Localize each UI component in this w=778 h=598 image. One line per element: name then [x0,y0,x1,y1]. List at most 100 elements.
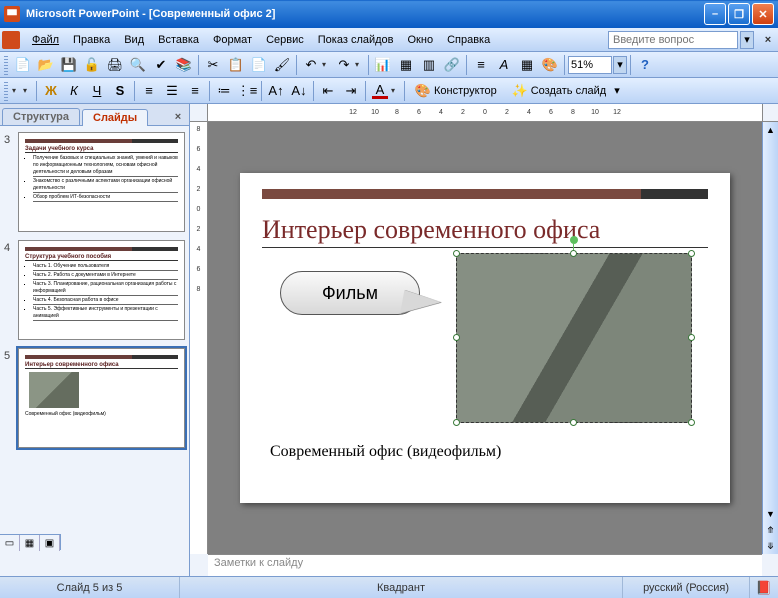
designer-button[interactable]: 🎨Конструктор [408,80,504,102]
thumb-row-3[interactable]: 3 Задачи учебного курса Получение базовы… [4,132,185,232]
undo-button[interactable]: ↶ [300,54,322,76]
vertical-ruler[interactable]: 864202468 [190,122,208,554]
resize-handle-n[interactable] [570,250,577,257]
align-center-button[interactable]: ☰ [161,80,183,102]
app-icon-small[interactable] [2,31,20,49]
resize-handle-sw[interactable] [453,419,460,426]
minimize-button[interactable]: – [704,3,726,25]
underline-button[interactable]: Ч [86,80,108,102]
tab-slides[interactable]: Слайды [82,109,148,126]
new-slide-button[interactable]: ✨Создать слайд [505,80,613,102]
maximize-button[interactable]: ❐ [728,3,750,25]
menu-file[interactable]: Файл [26,32,65,48]
menu-edit[interactable]: Правка [67,32,116,48]
shadow-button[interactable]: S [109,80,131,102]
cut-button[interactable]: ✂ [202,54,224,76]
spellcheck-button[interactable]: ✔ [150,54,172,76]
tables-borders-button[interactable]: ▥ [418,54,440,76]
vertical-scrollbar[interactable]: ▲ ▼ ⤊ ⤋ [762,122,778,554]
font-color-button[interactable]: A [369,80,391,102]
expand-all-button[interactable]: ≡ [470,54,492,76]
slide-thumbnail-selected[interactable]: Интерьер современного офиса Современный … [18,348,185,448]
print-preview-button[interactable]: 🔍 [127,54,149,76]
insert-table-button[interactable]: ▦ [395,54,417,76]
menu-slideshow[interactable]: Показ слайдов [312,32,400,48]
increase-indent-button[interactable]: ⇥ [340,80,362,102]
video-object-selected[interactable] [456,253,692,423]
zoom-dropdown[interactable]: ▾ [613,56,627,74]
slideshow-view-button[interactable]: ▣ [40,535,60,551]
sorter-view-button[interactable]: ▦ [20,535,40,551]
redo-button[interactable]: ↷ [333,54,355,76]
resize-handle-se[interactable] [688,419,695,426]
permission-button[interactable]: 🔓 [81,54,103,76]
open-button[interactable]: 📂 [35,54,57,76]
normal-view-button[interactable]: ▭ [0,535,20,551]
insert-chart-button[interactable]: 📊 [372,54,394,76]
slide[interactable]: Интерьер современного офиса Фильм [240,173,730,503]
thumbnails-list[interactable]: 3 Задачи учебного курса Получение базовы… [0,126,189,576]
align-left-button[interactable]: ≡ [138,80,160,102]
next-slide-button[interactable]: ⤋ [763,538,778,554]
slide-thumbnail[interactable]: Структура учебного пособия Часть 1. Обуч… [18,240,185,340]
notes-pane[interactable]: Заметки к слайду [208,554,762,576]
menu-tools[interactable]: Сервис [260,32,310,48]
scroll-down-button[interactable]: ▼ [763,506,778,522]
show-grid-button[interactable]: ▦ [516,54,538,76]
help-search-input[interactable] [608,31,738,49]
font-color-dropdown[interactable]: ▾ [391,86,401,95]
close-button[interactable]: ✕ [752,3,774,25]
show-formatting-button[interactable]: A [493,54,515,76]
print-button[interactable]: 🖨 [104,54,126,76]
menu-insert[interactable]: Вставка [152,32,205,48]
callout-shape[interactable]: Фильм [280,271,420,315]
resize-handle-s[interactable] [570,419,577,426]
resize-handle-w[interactable] [453,334,460,341]
toolbar-grip[interactable] [4,55,8,75]
doc-close-button[interactable]: × [760,32,776,48]
toolbar-overflow[interactable]: ▾ [614,84,620,97]
resize-handle-ne[interactable] [688,250,695,257]
insert-hyperlink-button[interactable]: 🔗 [441,54,463,76]
resize-handle-e[interactable] [688,334,695,341]
tab-outline[interactable]: Структура [2,108,80,125]
slide-caption[interactable]: Современный офис (видеофильм) [270,443,501,461]
italic-button[interactable]: К [63,80,85,102]
size-dropdown[interactable]: ▾ [23,86,33,95]
redo-dropdown[interactable]: ▾ [355,60,365,69]
bold-button[interactable]: Ж [40,80,62,102]
save-button[interactable]: 💾 [58,54,80,76]
thumb-row-4[interactable]: 4 Структура учебного пособия Часть 1. Об… [4,240,185,340]
paste-button[interactable]: 📄 [248,54,270,76]
toolbar-grip-2[interactable] [4,81,8,101]
decrease-indent-button[interactable]: ⇤ [317,80,339,102]
menu-view[interactable]: Вид [118,32,150,48]
horizontal-ruler[interactable]: 12108642024681012 [208,104,762,122]
pane-close-button[interactable]: × [170,109,186,125]
color-grayscale-button[interactable]: 🎨 [539,54,561,76]
help-search-dropdown[interactable]: ▾ [740,31,754,49]
increase-font-button[interactable]: A↑ [265,80,287,102]
menu-format[interactable]: Формат [207,32,258,48]
copy-button[interactable]: 📋 [225,54,247,76]
zoom-input[interactable] [568,56,612,74]
prev-slide-button[interactable]: ⤊ [763,522,778,538]
numbering-button[interactable]: ≔ [213,80,235,102]
format-painter-button[interactable]: 🖌 [271,54,293,76]
slide-canvas[interactable]: Интерьер современного офиса Фильм [208,122,762,554]
align-right-button[interactable]: ≡ [184,80,206,102]
scroll-track[interactable] [763,138,778,506]
scroll-up-button[interactable]: ▲ [763,122,778,138]
font-dropdown[interactable]: ▾ [12,86,22,95]
thumb-row-5[interactable]: 5 Интерьер современного офиса Современны… [4,348,185,448]
menu-window[interactable]: Окно [402,32,440,48]
help-button[interactable]: ? [634,54,656,76]
decrease-font-button[interactable]: A↓ [288,80,310,102]
bullets-button[interactable]: ⋮≡ [236,80,258,102]
new-button[interactable]: 📄 [12,54,34,76]
rotate-handle[interactable] [570,236,578,244]
resize-handle-nw[interactable] [453,250,460,257]
slide-thumbnail[interactable]: Задачи учебного курса Получение базовых … [18,132,185,232]
menu-help[interactable]: Справка [441,32,496,48]
research-button[interactable]: 📚 [173,54,195,76]
